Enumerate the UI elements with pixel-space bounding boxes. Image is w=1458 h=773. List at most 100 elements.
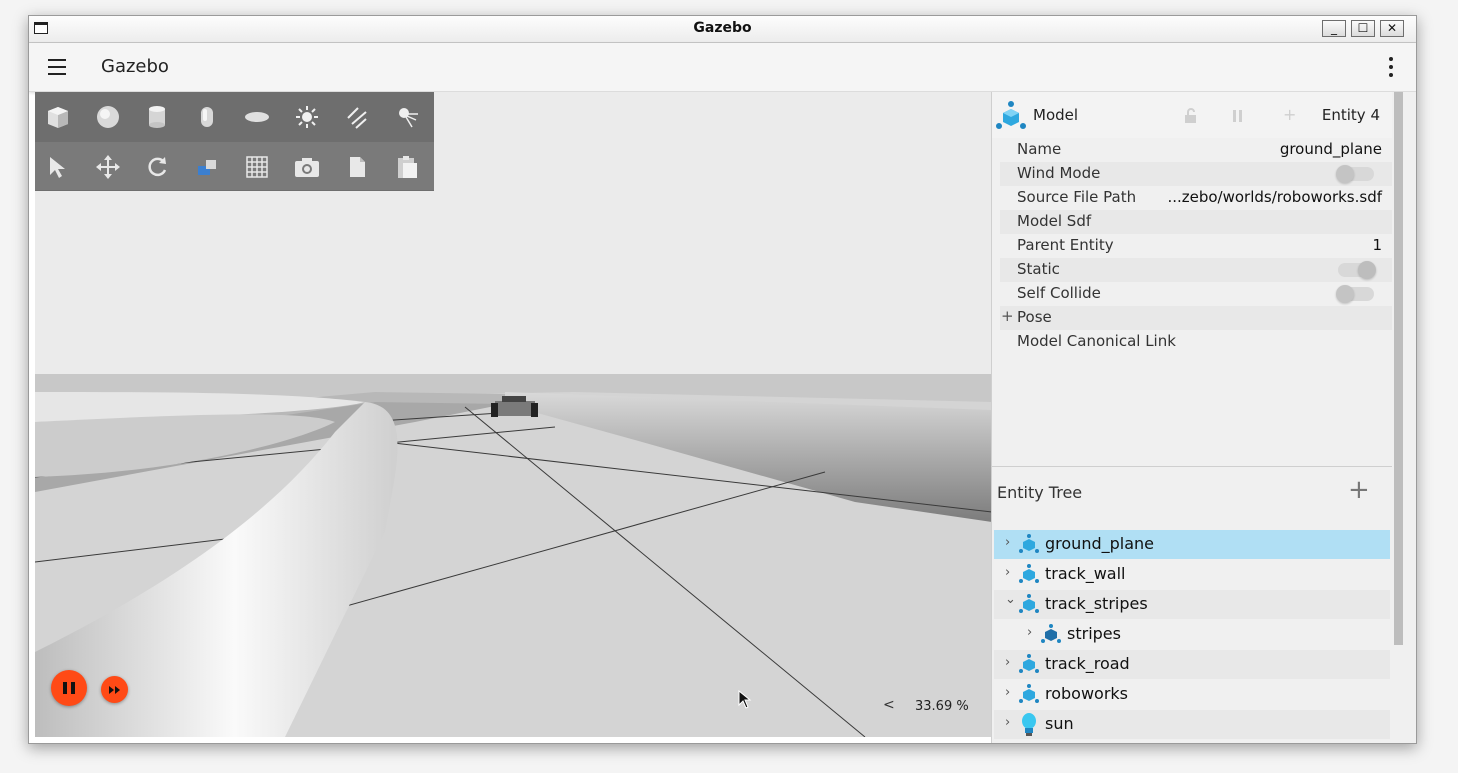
tree-item-sun[interactable]: › sun (994, 710, 1390, 739)
stats-expand-chevron[interactable]: < (883, 697, 895, 713)
transform-control-icon[interactable] (192, 152, 222, 182)
expand-chevron-icon[interactable]: › (1005, 535, 1010, 550)
translate-icon[interactable] (93, 152, 123, 182)
tree-item-stripes[interactable]: › stripes (994, 620, 1390, 649)
maximize-button[interactable]: ☐ (1351, 20, 1375, 37)
prop-row-model-sdf[interactable]: Model Sdf (1000, 210, 1392, 234)
prop-value: 1 (1372, 236, 1382, 254)
prop-row-parent-entity: Parent Entity 1 (1000, 234, 1392, 258)
fast-forward-icon (108, 685, 120, 694)
prop-label: Parent Entity (1017, 236, 1114, 254)
panel-scrollbar[interactable] (1394, 92, 1403, 645)
model-icon (1019, 534, 1039, 553)
collapse-chevron-icon[interactable]: ⌄ (1005, 592, 1016, 607)
sphere-icon[interactable] (93, 102, 123, 132)
box-icon[interactable] (43, 102, 73, 132)
pause-component-icon[interactable] (1232, 110, 1244, 122)
add-entity-icon[interactable]: + (1348, 477, 1370, 503)
grid-icon[interactable] (242, 152, 272, 182)
title-bar[interactable]: Gazebo _ ☐ ✕ (29, 16, 1416, 43)
select-arrow-icon[interactable] (43, 152, 73, 182)
static-toggle[interactable] (1338, 261, 1376, 279)
expand-pose-icon[interactable]: + (1001, 307, 1014, 325)
scene-toolbar (35, 92, 434, 191)
rotate-icon[interactable] (142, 152, 172, 182)
right-panel: Model + Entity 4 Name ground_plane Wind … (991, 92, 1416, 743)
prop-row-static: Static (1000, 258, 1392, 282)
tree-item-label: roboworks (1045, 684, 1129, 703)
entity-tree-title: Entity Tree (997, 483, 1083, 502)
directional-light-icon[interactable] (342, 102, 372, 132)
prop-label: Wind Mode (1017, 164, 1101, 182)
model-cube-icon (996, 101, 1026, 129)
tree-item-track-wall[interactable]: › track_wall (994, 560, 1390, 589)
tree-item-ground-plane[interactable]: › ground_plane (994, 530, 1390, 559)
self-collide-toggle[interactable] (1336, 285, 1374, 303)
gazebo-window: Gazebo _ ☐ ✕ Gazebo < 33.69 % Model + En… (28, 15, 1417, 744)
prop-row-canonical-link: Model Canonical Link (1000, 330, 1392, 354)
prop-row-source-file: Source File Path ...zebo/worlds/robowork… (1000, 186, 1392, 210)
expand-chevron-icon[interactable]: › (1005, 655, 1010, 670)
tree-item-label: track_stripes (1045, 594, 1148, 613)
paste-icon[interactable] (392, 152, 422, 182)
link-icon (1041, 624, 1061, 643)
model-icon (1019, 684, 1039, 703)
window-title: Gazebo (693, 20, 752, 36)
3d-scene-viewport[interactable]: < 33.69 % (35, 92, 992, 737)
tree-item-label: stripes (1067, 624, 1121, 643)
camera-icon[interactable] (292, 152, 322, 182)
step-forward-button[interactable] (101, 676, 128, 703)
tree-item-label: track_wall (1045, 564, 1126, 583)
prop-value: ground_plane (1279, 140, 1382, 158)
ellipsoid-icon[interactable] (242, 102, 272, 132)
minimize-button[interactable]: _ (1322, 20, 1346, 37)
tree-item-label: ground_plane (1045, 534, 1154, 553)
tree-item-track-road[interactable]: › track_road (994, 650, 1390, 679)
expand-chevron-icon[interactable]: › (1005, 565, 1010, 580)
prop-label: Model Sdf (1017, 212, 1092, 230)
expand-chevron-icon[interactable]: › (1005, 715, 1010, 730)
model-icon (1019, 594, 1039, 613)
mouse-cursor (738, 690, 752, 709)
prop-label: Model Canonical Link (1017, 332, 1176, 350)
close-button[interactable]: ✕ (1380, 20, 1404, 37)
tree-item-label: track_road (1045, 654, 1130, 673)
prop-label: Self Collide (1017, 284, 1101, 302)
pause-icon (63, 682, 75, 694)
more-options-icon[interactable] (1388, 57, 1394, 77)
wind-mode-toggle[interactable] (1336, 165, 1374, 183)
add-component-icon[interactable]: + (1283, 105, 1296, 124)
hamburger-menu-icon[interactable] (48, 59, 66, 75)
component-inspector-header: Model + Entity 4 (992, 92, 1392, 138)
pause-button[interactable] (51, 670, 87, 706)
prop-label: Source File Path (1017, 188, 1137, 206)
copy-icon[interactable] (342, 152, 372, 182)
capsule-icon[interactable] (192, 102, 222, 132)
prop-label: Static (1017, 260, 1060, 278)
app-bar: Gazebo (29, 43, 1416, 92)
model-icon (1019, 564, 1039, 583)
bulb-icon (1022, 713, 1036, 736)
panel-splitter[interactable] (992, 466, 1392, 467)
prop-value: ...zebo/worlds/roboworks.sdf (1167, 188, 1382, 206)
cylinder-icon[interactable] (142, 102, 172, 132)
sun-light-icon[interactable] (292, 102, 322, 132)
component-kind: Model (1033, 106, 1079, 124)
prop-row-self-collide: Self Collide (1000, 282, 1392, 306)
prop-row-name: Name ground_plane (1000, 138, 1392, 162)
prop-row-pose[interactable]: + Pose (1000, 306, 1392, 330)
spot-light-icon[interactable] (392, 102, 422, 132)
expand-chevron-icon[interactable]: › (1027, 625, 1032, 640)
prop-label: Name (1017, 140, 1062, 158)
expand-chevron-icon[interactable]: › (1005, 685, 1010, 700)
shapes-toolbar-row (35, 92, 434, 140)
real-time-factor: 33.69 % (915, 699, 969, 714)
tree-item-roboworks[interactable]: › roboworks (994, 680, 1390, 709)
prop-label: Pose (1017, 308, 1052, 326)
unlock-icon[interactable] (1184, 108, 1198, 124)
entity-id: Entity 4 (1321, 106, 1380, 124)
tools-toolbar-row (35, 142, 434, 190)
model-icon (1019, 654, 1039, 673)
tree-item-track-stripes[interactable]: ⌄ track_stripes (994, 590, 1390, 619)
tree-item-label: sun (1045, 714, 1074, 733)
